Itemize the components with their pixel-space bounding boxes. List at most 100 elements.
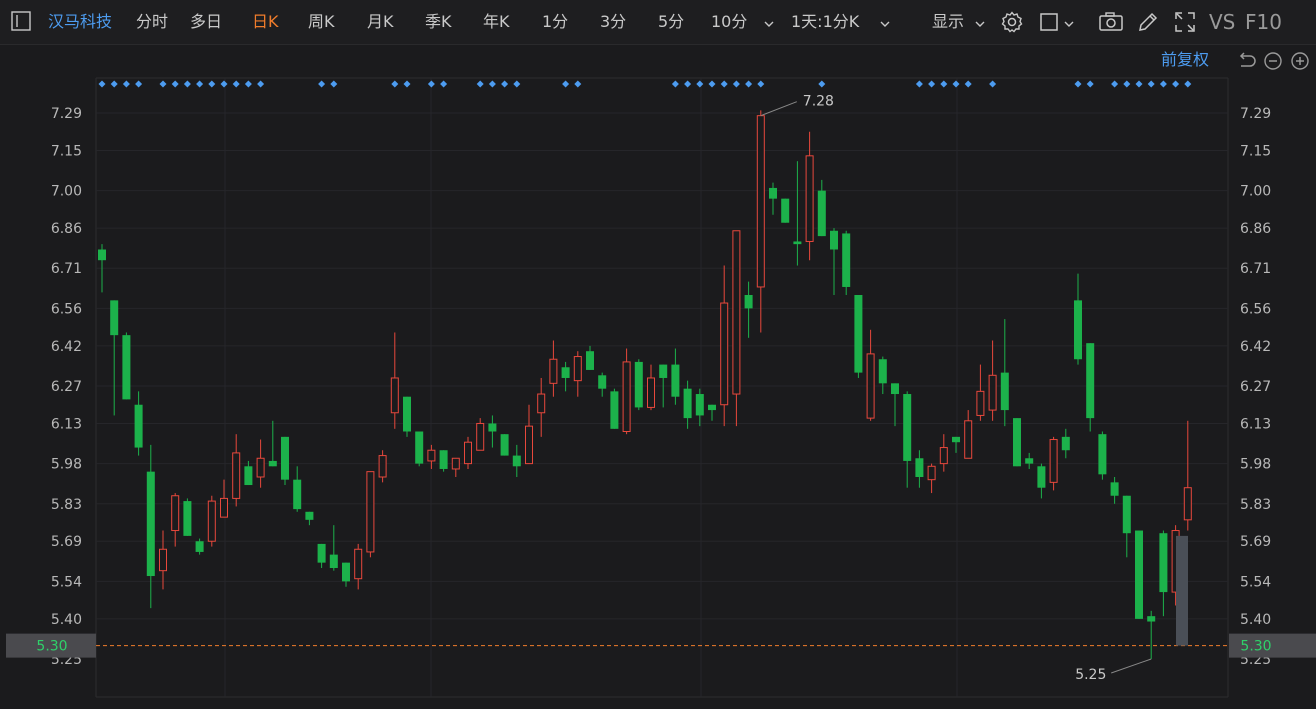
event-marker-dot[interactable]: [488, 80, 496, 88]
candle-body-down[interactable]: [183, 501, 192, 536]
candle-body-up[interactable]: [647, 377, 655, 408]
candle-body-up[interactable]: [476, 422, 485, 451]
candle-body-down[interactable]: [439, 450, 448, 469]
event-marker-dot[interactable]: [122, 80, 130, 88]
candle-body-down[interactable]: [98, 249, 106, 261]
event-marker-dot[interactable]: [391, 80, 399, 88]
event-marker-dot[interactable]: [220, 80, 228, 88]
candle-body-down[interactable]: [1074, 300, 1082, 360]
candle-body-up[interactable]: [1183, 487, 1192, 521]
price-adjust-toggle[interactable]: 前复权: [1161, 47, 1209, 73]
event-marker-dot[interactable]: [403, 80, 411, 88]
event-marker-dot[interactable]: [964, 80, 972, 88]
candle-body-down[interactable]: [1013, 418, 1021, 467]
candle-body-down[interactable]: [500, 434, 509, 456]
candle-body-up[interactable]: [220, 497, 228, 518]
candle-body-up[interactable]: [464, 441, 472, 465]
candle-body-down[interactable]: [586, 351, 594, 370]
candle-body-down[interactable]: [1086, 343, 1095, 419]
event-marker-dot[interactable]: [818, 80, 826, 88]
candle-body-down[interactable]: [878, 359, 887, 384]
candle-body-up[interactable]: [939, 447, 948, 465]
event-marker-dot[interactable]: [696, 80, 704, 88]
candle-body-down[interactable]: [329, 554, 338, 568]
candle-body-down[interactable]: [598, 375, 607, 389]
candle-body-down[interactable]: [659, 364, 668, 378]
candle-body-up[interactable]: [354, 548, 363, 580]
candle-body-down[interactable]: [244, 466, 253, 486]
event-marker-dot[interactable]: [745, 80, 753, 88]
candle-body-down[interactable]: [781, 198, 790, 223]
event-marker-dot[interactable]: [1123, 80, 1131, 88]
candle-body-down[interactable]: [561, 367, 570, 378]
candle-body-down[interactable]: [122, 335, 131, 400]
event-marker-dot[interactable]: [110, 80, 118, 88]
candle-body-up[interactable]: [976, 390, 985, 416]
candle-body-up[interactable]: [171, 495, 180, 532]
event-marker-dot[interactable]: [915, 80, 923, 88]
event-marker-dot[interactable]: [720, 80, 728, 88]
event-marker-dot[interactable]: [1074, 80, 1082, 88]
candle-body-up[interactable]: [207, 500, 216, 542]
candle-body-up[interactable]: [549, 358, 558, 384]
candle-body-down[interactable]: [769, 187, 777, 199]
event-marker-dot[interactable]: [427, 80, 435, 88]
candle-body-down[interactable]: [1110, 482, 1119, 496]
event-marker-dot[interactable]: [562, 80, 570, 88]
candle-body-down[interactable]: [1061, 436, 1070, 451]
event-marker-dot[interactable]: [684, 80, 692, 88]
event-marker-dot[interactable]: [513, 80, 521, 88]
event-marker-dot[interactable]: [135, 80, 143, 88]
zoom-out-icon[interactable]: [1263, 51, 1283, 71]
event-marker-dot[interactable]: [757, 80, 765, 88]
event-markers[interactable]: [98, 80, 1192, 88]
candle-body-down[interactable]: [793, 241, 802, 245]
candle-body-down[interactable]: [1098, 434, 1107, 475]
candle-body-down[interactable]: [1037, 466, 1046, 488]
event-marker-dot[interactable]: [1172, 80, 1180, 88]
event-marker-dot[interactable]: [330, 80, 338, 88]
candle-body-down[interactable]: [830, 230, 838, 250]
event-marker-dot[interactable]: [1147, 80, 1155, 88]
candle-body-down[interactable]: [281, 436, 289, 480]
zoom-in-icon[interactable]: [1290, 51, 1310, 71]
event-marker-dot[interactable]: [671, 80, 679, 88]
candle-body-down[interactable]: [1122, 495, 1131, 534]
candle-body-down[interactable]: [305, 511, 314, 520]
undo-icon[interactable]: [1236, 51, 1256, 71]
candle-body-up[interactable]: [964, 420, 973, 459]
event-marker-dot[interactable]: [1086, 80, 1094, 88]
candle-body-down[interactable]: [854, 295, 863, 373]
candle-body-up[interactable]: [256, 457, 265, 478]
event-marker-dot[interactable]: [257, 80, 265, 88]
candle-body-down[interactable]: [695, 394, 704, 416]
event-marker-dot[interactable]: [1184, 80, 1192, 88]
event-marker-dot[interactable]: [232, 80, 240, 88]
event-marker-dot[interactable]: [732, 80, 740, 88]
event-marker-dot[interactable]: [159, 80, 167, 88]
event-marker-dot[interactable]: [1135, 80, 1143, 88]
candle-body-up[interactable]: [988, 374, 997, 411]
candle-body-down[interactable]: [134, 404, 143, 448]
candle-body-up[interactable]: [537, 393, 546, 414]
candle-body-up[interactable]: [390, 377, 399, 414]
candle-body-up[interactable]: [451, 457, 460, 470]
event-marker-dot[interactable]: [574, 80, 582, 88]
candle-body-down[interactable]: [952, 436, 960, 443]
candle-body-down[interactable]: [1147, 616, 1156, 622]
candle-body-up[interactable]: [378, 455, 387, 478]
candle-body-down[interactable]: [903, 394, 912, 461]
candle-body-down[interactable]: [842, 233, 851, 287]
event-marker-dot[interactable]: [952, 80, 960, 88]
event-marker-dot[interactable]: [708, 80, 716, 88]
event-marker-dot[interactable]: [208, 80, 216, 88]
candles[interactable]: [98, 110, 1192, 659]
candle-body-up[interactable]: [525, 425, 533, 465]
candle-body-down[interactable]: [915, 458, 924, 477]
candle-body-down[interactable]: [1000, 372, 1009, 411]
candle-body-down[interactable]: [634, 361, 643, 408]
candle-body-up[interactable]: [732, 230, 741, 395]
candle-body-up[interactable]: [427, 449, 436, 462]
candle-body-down[interactable]: [110, 300, 119, 336]
event-marker-dot[interactable]: [940, 80, 948, 88]
